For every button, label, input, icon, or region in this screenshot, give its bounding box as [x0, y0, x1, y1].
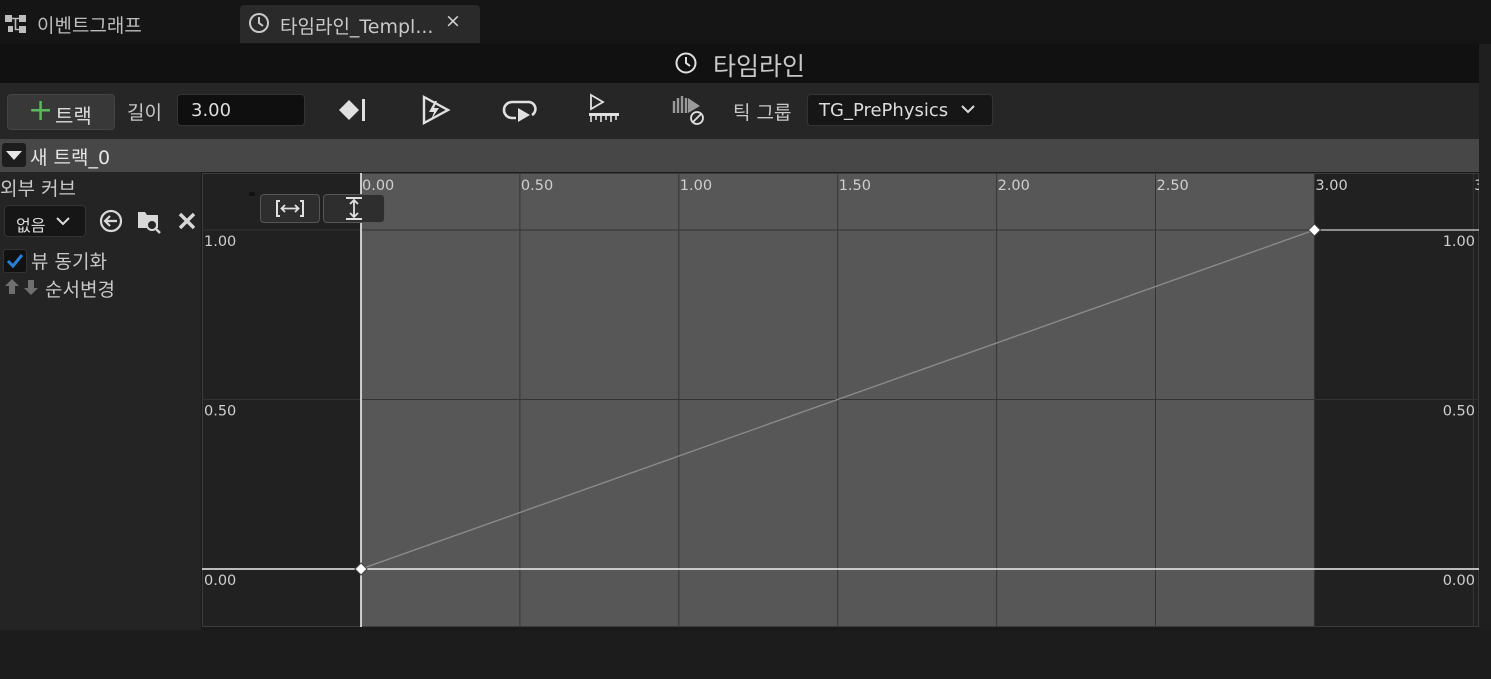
clock-icon: [249, 13, 269, 33]
sync-view-checkbox[interactable]: [3, 249, 27, 273]
triangle-down-icon: [6, 151, 22, 160]
fit-vertical-icon: [346, 197, 362, 220]
external-curve-value: 없음: [16, 216, 46, 235]
corner-marker: [249, 192, 255, 196]
clear-icon[interactable]: [174, 208, 200, 234]
ignore-time-dilation-icon[interactable]: [670, 93, 706, 127]
external-curve-select[interactable]: 없음: [4, 205, 86, 237]
curve-graph[interactable]: 0.00 0.50 1.00 1.50 2.00 2.50 3.00 3 1.00 1.00 0.…: [202, 173, 1479, 627]
graph-icon: [5, 15, 26, 33]
add-track-button[interactable]: + 트랙: [7, 93, 115, 130]
track-name[interactable]: 새 트랙_0: [30, 143, 110, 170]
tick-group-value: TG_PrePhysics: [819, 100, 949, 121]
chevron-down-icon: [56, 217, 70, 226]
zoom-to-fit-horizontal-button[interactable]: [260, 194, 320, 223]
y-tick-label-left: 0.00: [204, 573, 236, 589]
reorder-label: 순서변경: [45, 279, 115, 301]
loop-icon[interactable]: [502, 93, 538, 127]
track-header: 새 트랙_0: [0, 139, 1479, 172]
browse-asset-icon[interactable]: [136, 208, 162, 234]
use-selected-asset-icon[interactable]: [98, 208, 124, 234]
autoplay-last-keyframe-icon[interactable]: [335, 93, 371, 127]
y-tick-label-right: 0.00: [1443, 573, 1475, 589]
x-tick-label: 1.00: [680, 178, 712, 194]
tab-event-graph-label: 이벤트그래프: [37, 15, 142, 37]
x-tick-label: 0.00: [362, 178, 394, 194]
zoom-to-fit-vertical-button[interactable]: [323, 194, 385, 223]
fit-horizontal-icon: [276, 200, 304, 217]
close-icon[interactable]: ×: [445, 10, 461, 32]
y-tick-label-right: 0.50: [1443, 404, 1475, 420]
track-collapse-toggle[interactable]: [2, 143, 26, 167]
x-tick-label: 1.50: [839, 178, 871, 194]
x-tick-label: 0.50: [521, 178, 553, 194]
x-tick-label: 2.00: [998, 178, 1030, 194]
tick-group-label: 틱 그룹: [733, 102, 792, 124]
sync-view-label: 뷰 동기화: [31, 251, 107, 273]
tab-timeline-label: 타임라인_Templ...: [280, 16, 434, 38]
y-tick-label-left: 1.00: [204, 234, 236, 250]
track-options-panel: 외부 커브 없음 뷰 동기화 순서변경: [0, 172, 201, 630]
external-curve-label: 외부 커브: [0, 178, 76, 200]
plus-icon: +: [28, 93, 54, 128]
add-track-label: 트랙: [55, 104, 92, 128]
tick-group-select[interactable]: TG_PrePhysics: [807, 94, 993, 126]
y-tick-label-right: 1.00: [1443, 234, 1475, 250]
x-tick-label: 2.50: [1157, 178, 1189, 194]
tab-timeline[interactable]: 타임라인_Templ... ×: [240, 5, 480, 43]
scrollbar-track: [1479, 44, 1491, 630]
clock-icon: [675, 52, 697, 74]
x-tick-label: 3: [1474, 178, 1479, 194]
chevron-down-icon: [961, 105, 975, 114]
length-input[interactable]: [177, 94, 305, 126]
checkmark-icon: [6, 254, 24, 269]
autoplay-icon[interactable]: [418, 93, 454, 127]
x-tick-label: 3.00: [1315, 178, 1347, 194]
bottom-area: [0, 630, 1491, 679]
title-bar: 타임라인: [0, 44, 1479, 83]
tab-event-graph[interactable]: 이벤트그래프: [0, 2, 236, 42]
toolbar: + 트랙 길이 틱 그룹 TG_PrePhysics: [0, 83, 1479, 139]
y-tick-label-left: 0.50: [204, 404, 236, 420]
replicated-icon[interactable]: [585, 93, 621, 127]
page-title: 타임라인: [713, 52, 806, 81]
reorder-arrows-icon[interactable]: [2, 276, 40, 298]
length-label: 길이: [127, 102, 162, 124]
